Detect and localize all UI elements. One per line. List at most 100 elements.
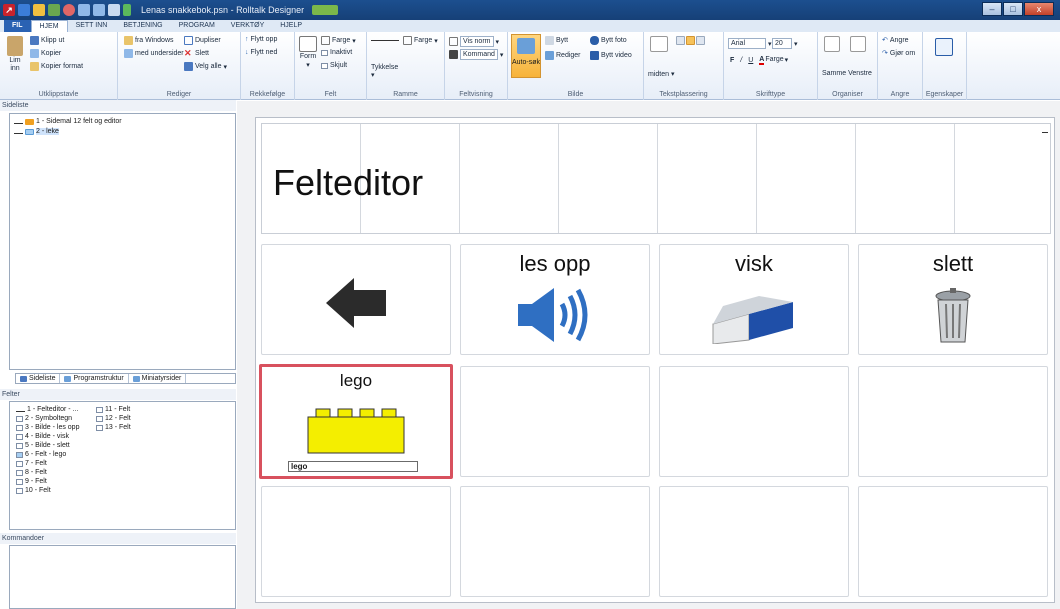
paste-button[interactable]: Lim inn bbox=[6, 36, 24, 73]
field-label: 2 - Symboltegn bbox=[25, 415, 73, 422]
copy-button[interactable]: Kopier bbox=[30, 49, 61, 58]
with-subpages-button[interactable]: med undersider bbox=[124, 49, 184, 58]
minimize-button[interactable]: – bbox=[982, 2, 1002, 16]
border-line-preview[interactable] bbox=[371, 36, 399, 41]
from-windows-button[interactable]: fra Windows bbox=[124, 36, 174, 45]
text-middle-button[interactable]: midten ▾ bbox=[648, 70, 675, 79]
cut-button[interactable]: Klipp ut bbox=[30, 36, 64, 45]
same-button[interactable]: Samme bbox=[822, 70, 846, 77]
font-size-select[interactable]: 20 ▾ bbox=[772, 38, 798, 49]
field-item-10[interactable]: 10 - Felt bbox=[16, 487, 51, 494]
select-all-button[interactable]: Velg alle ▾ bbox=[184, 62, 227, 71]
field-item-1[interactable]: 1 - Felteditor - ... bbox=[16, 406, 78, 413]
move-down-button[interactable]: ↓ Flytt ned bbox=[245, 49, 277, 56]
text-position-button[interactable] bbox=[650, 36, 668, 52]
undo-button[interactable]: ↶ Angre bbox=[882, 36, 909, 45]
field-item-8[interactable]: 8 - Felt bbox=[16, 469, 47, 476]
commands-select[interactable]: Kommand ▾ bbox=[449, 49, 503, 60]
copy-format-button[interactable]: Kopier format bbox=[30, 62, 83, 71]
show-norm-select[interactable]: Vis norm ▾ bbox=[449, 36, 499, 47]
cell-empty[interactable] bbox=[659, 366, 849, 477]
cell-empty[interactable] bbox=[261, 486, 451, 597]
field-item-6[interactable]: 6 - Felt - lego bbox=[16, 451, 66, 458]
tab-fil[interactable]: FIL bbox=[4, 20, 31, 32]
align-left-objects-icon[interactable] bbox=[850, 36, 866, 52]
undo-icon[interactable] bbox=[78, 4, 90, 16]
align-right-icon[interactable] bbox=[696, 36, 705, 45]
duplicate-label: Dupliser bbox=[195, 37, 221, 44]
edit-image-button[interactable]: Rediger bbox=[545, 51, 581, 60]
field-item-5[interactable]: 5 - Bilde - slett bbox=[16, 442, 70, 449]
cell-back[interactable] bbox=[261, 244, 451, 355]
cell-empty[interactable] bbox=[858, 486, 1048, 597]
field-item-13[interactable]: 13 - Felt bbox=[96, 424, 131, 431]
delete-label: Slett bbox=[195, 50, 210, 57]
thickness-button[interactable]: Tykkelse ▾ bbox=[371, 64, 398, 79]
duplicate-button[interactable]: Dupliser bbox=[184, 36, 221, 45]
change-image-button[interactable]: Bytt bbox=[545, 36, 568, 45]
move-up-label: Flytt opp bbox=[250, 36, 278, 43]
field-item-11[interactable]: 11 - Felt bbox=[96, 406, 130, 413]
field-item-3[interactable]: 3 - Bilde - les opp bbox=[16, 424, 79, 431]
cell-empty[interactable] bbox=[460, 486, 650, 597]
align-center-icon[interactable] bbox=[686, 36, 695, 45]
field-item-4[interactable]: 4 - Bilde - visk bbox=[16, 433, 69, 440]
cell-les-opp[interactable]: les opp bbox=[460, 244, 650, 355]
play-icon[interactable] bbox=[123, 4, 131, 16]
stop-icon[interactable] bbox=[63, 4, 75, 16]
cell-slett[interactable]: slett bbox=[858, 244, 1048, 355]
tab-sett-inn[interactable]: SETT INN bbox=[68, 20, 116, 32]
form-button[interactable]: Form ▾ bbox=[299, 36, 317, 69]
cell-empty[interactable] bbox=[858, 366, 1048, 477]
left-button[interactable]: Venstre bbox=[848, 70, 872, 77]
move-up-button[interactable]: ↑ Flytt opp bbox=[245, 36, 277, 43]
field-item-9[interactable]: 9 - Felt bbox=[16, 478, 47, 485]
field-item-12[interactable]: 12 - Felt bbox=[96, 415, 131, 422]
preview-icon[interactable] bbox=[108, 4, 120, 16]
delete-button[interactable]: ✕ Slett bbox=[184, 49, 209, 58]
close-button[interactable]: x bbox=[1024, 2, 1054, 16]
field-editor[interactable]: Felteditor bbox=[261, 123, 1051, 234]
tab-hjelp[interactable]: HJELP bbox=[272, 20, 310, 32]
page-item-2[interactable]: 2 - leke bbox=[14, 128, 59, 135]
page-item-1[interactable]: 1 - Sidemal 12 felt og editor bbox=[14, 118, 122, 125]
redo-button[interactable]: ↷ Gjør om bbox=[882, 49, 915, 58]
font-family-select[interactable]: Arial ▾ bbox=[728, 38, 772, 49]
cell-lego[interactable]: lego lego bbox=[259, 364, 453, 479]
tab-hjem[interactable]: HJEM bbox=[30, 20, 68, 32]
hidden-check-icon bbox=[321, 62, 328, 69]
border-color-button[interactable]: Farge ▾ bbox=[403, 36, 438, 45]
tab-programstruktur[interactable]: Programstruktur bbox=[60, 374, 129, 383]
open-icon[interactable] bbox=[33, 4, 45, 16]
field-item-7[interactable]: 7 - Felt bbox=[16, 460, 47, 467]
field-color-button[interactable]: Farge ▾ bbox=[321, 36, 356, 45]
properties-button[interactable] bbox=[935, 38, 953, 56]
font-color-button[interactable]: A Farge ▾ bbox=[759, 56, 788, 65]
app-logo-icon[interactable]: ↗ bbox=[3, 4, 15, 16]
page-editor-canvas: Felteditor les opp visk slett lego lego bbox=[237, 101, 1060, 609]
change-photo-button[interactable]: Bytt foto bbox=[590, 36, 627, 45]
tab-miniatyrsider[interactable]: Miniatyrsider bbox=[129, 374, 187, 383]
new-icon[interactable] bbox=[18, 4, 30, 16]
tab-sideliste[interactable]: Sideliste bbox=[16, 374, 61, 383]
inactive-checkbox[interactable]: Inaktivt bbox=[321, 49, 352, 56]
align-left-icon[interactable] bbox=[676, 36, 685, 45]
field-item-2[interactable]: 2 - Symboltegn bbox=[16, 415, 72, 422]
cell-visk[interactable]: visk bbox=[659, 244, 849, 355]
italic-button[interactable]: / bbox=[740, 57, 742, 64]
save-icon[interactable] bbox=[48, 4, 60, 16]
cell-name-input[interactable]: lego bbox=[288, 461, 418, 472]
bold-button[interactable]: F bbox=[730, 57, 734, 64]
tab-program[interactable]: PROGRAM bbox=[171, 20, 223, 32]
cell-empty[interactable] bbox=[659, 486, 849, 597]
change-video-button[interactable]: Bytt video bbox=[590, 51, 632, 60]
hidden-checkbox[interactable]: Skjult bbox=[321, 62, 347, 69]
maximize-button[interactable]: □ bbox=[1003, 2, 1023, 16]
same-size-icon[interactable] bbox=[824, 36, 840, 52]
underline-button[interactable]: U bbox=[748, 57, 753, 64]
tab-betjening[interactable]: BETJENING bbox=[115, 20, 170, 32]
show-norm-icon bbox=[449, 37, 458, 46]
redo-icon[interactable] bbox=[93, 4, 105, 16]
cell-empty[interactable] bbox=[460, 366, 650, 477]
tab-verktoy[interactable]: VERKTØY bbox=[223, 20, 272, 32]
